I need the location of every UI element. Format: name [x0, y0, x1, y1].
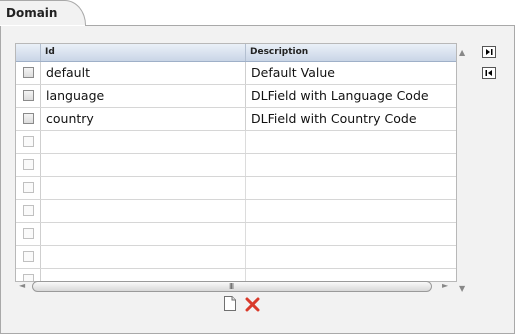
panel-title: Domain — [6, 6, 58, 20]
header-id[interactable]: Id — [41, 44, 246, 61]
grid-header: Id Description — [16, 44, 456, 62]
row-checkbox[interactable] — [23, 205, 34, 216]
tab-divider — [85, 25, 515, 26]
table-row[interactable]: default Default Value — [16, 62, 456, 85]
header-description[interactable]: Description — [246, 44, 456, 61]
row-checkbox[interactable] — [23, 113, 34, 124]
move-first-button[interactable] — [482, 67, 496, 79]
row-checkbox[interactable] — [23, 136, 34, 147]
tab-domain[interactable]: Domain — [0, 0, 86, 25]
move-last-icon — [486, 49, 493, 55]
empty-row[interactable] — [16, 177, 456, 200]
scroll-down-icon[interactable]: ▼ — [459, 285, 465, 293]
row-checkbox[interactable] — [23, 228, 34, 239]
empty-row[interactable] — [16, 223, 456, 246]
scroll-up-icon[interactable]: ▲ — [459, 49, 465, 57]
row-id[interactable]: country — [41, 108, 246, 130]
row-checkbox[interactable] — [23, 67, 34, 78]
empty-row[interactable] — [16, 200, 456, 223]
row-checkbox[interactable] — [23, 182, 34, 193]
row-checkbox[interactable] — [23, 90, 34, 101]
scroll-left-icon[interactable]: ◄ — [19, 282, 25, 290]
move-first-icon — [485, 70, 492, 76]
empty-row[interactable] — [16, 131, 456, 154]
new-document-icon[interactable] — [224, 296, 236, 311]
row-id[interactable]: default — [41, 62, 246, 84]
row-checkbox[interactable] — [23, 159, 34, 170]
empty-row[interactable] — [16, 154, 456, 177]
domain-grid: Id Description default Default Value lan… — [15, 43, 457, 282]
row-id[interactable]: language — [41, 85, 246, 107]
header-select-column[interactable] — [16, 44, 41, 61]
vertical-scrollbar[interactable]: ▲ ▼ — [456, 43, 470, 293]
tab-strip: Domain — [0, 0, 515, 26]
move-last-button[interactable] — [482, 46, 496, 58]
row-description[interactable]: DLField with Country Code — [246, 108, 456, 130]
table-row[interactable]: language DLField with Language Code — [16, 85, 456, 108]
scroll-grip: III — [229, 282, 234, 291]
row-description[interactable]: Default Value — [246, 62, 456, 84]
delete-icon[interactable] — [245, 297, 260, 312]
row-description[interactable]: DLField with Language Code — [246, 85, 456, 107]
row-checkbox[interactable] — [23, 251, 34, 262]
horizontal-scrollbar[interactable]: ◄ III ► — [16, 280, 454, 293]
scroll-right-icon[interactable]: ► — [442, 282, 448, 290]
horizontal-scroll-thumb[interactable]: III — [32, 281, 432, 292]
table-row[interactable]: country DLField with Country Code — [16, 108, 456, 131]
empty-row[interactable] — [16, 246, 456, 269]
